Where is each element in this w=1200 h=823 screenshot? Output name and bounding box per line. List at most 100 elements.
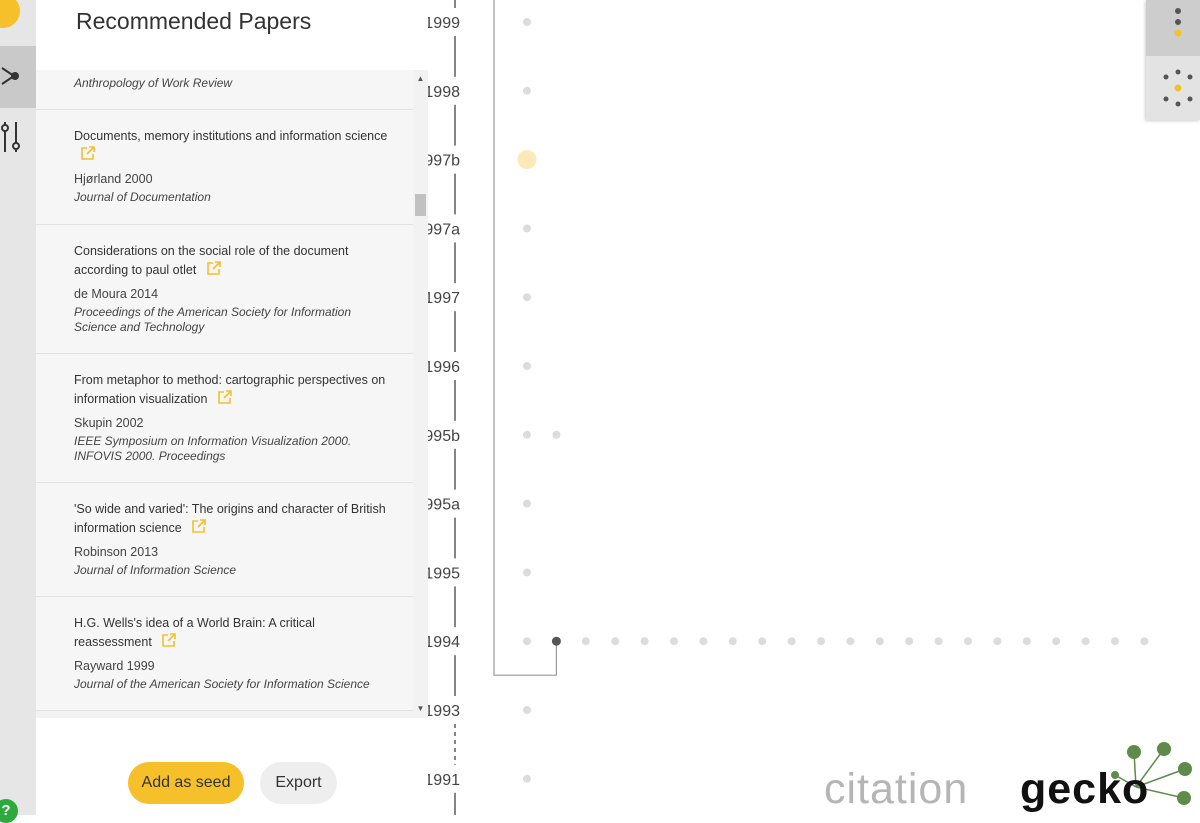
- paper-dot[interactable]: [523, 499, 531, 508]
- paper-dot[interactable]: [728, 637, 737, 646]
- paper-author: Robinson 2013: [74, 545, 159, 559]
- paper-journal: Anthropology of Work Review: [74, 76, 233, 90]
- paper-dot[interactable]: [905, 637, 914, 646]
- rail-seed-indicator[interactable]: [0, 0, 20, 28]
- paper-card[interactable]: From metaphor to method: cartographic pe…: [36, 354, 413, 483]
- paper-dot[interactable]: [523, 706, 531, 714]
- paper-dot[interactable]: [523, 362, 531, 370]
- paper-dot[interactable]: [1081, 637, 1090, 646]
- paper-dot[interactable]: [552, 430, 561, 439]
- scrollbar-thumb[interactable]: [415, 194, 426, 216]
- paper-author: Skupin 2002: [74, 416, 144, 430]
- paper-author: de Moura 2014: [74, 287, 159, 301]
- paper-dot[interactable]: [523, 774, 531, 783]
- paper-title: 'So wide and varied': The origins and ch…: [74, 501, 393, 539]
- paper-title: Documents, memory institutions and infor…: [74, 128, 393, 166]
- paper-card[interactable]: 'So wide and varied': The origins and ch…: [36, 483, 413, 597]
- year-label: 1997b: [428, 153, 460, 170]
- paper-journal: IEEE Symposium on Information Visualizat…: [74, 434, 352, 463]
- paper-dot[interactable]: [523, 86, 531, 95]
- paper-journal: Journal of the American Society for Info…: [74, 677, 370, 691]
- paper-dot[interactable]: [787, 637, 796, 646]
- paper-journal: Proceedings of the American Society for …: [74, 305, 352, 334]
- paper-card[interactable]: Documents, memory institutions and infor…: [36, 110, 413, 225]
- paper-author: Hjørland 2000: [74, 172, 153, 186]
- paper-title-text: Documents, memory institutions and infor…: [74, 129, 388, 143]
- recommended-papers-panel: Recommended Papers Anthropology of Work …: [36, 0, 428, 815]
- paper-title-text: H.G. Wells's idea of a World Brain: A cr…: [74, 616, 315, 649]
- paper-dot[interactable]: [875, 637, 884, 646]
- network-view-icon: [1163, 69, 1193, 107]
- external-link-icon[interactable]: [80, 145, 96, 166]
- year-label: 1999: [428, 15, 460, 32]
- paper-dot[interactable]: [817, 637, 825, 646]
- paper-dot[interactable]: [670, 637, 678, 646]
- paper-title-text: 'So wide and varied': The origins and ch…: [74, 502, 386, 535]
- paper-journal: Journal of Documentation: [74, 190, 211, 204]
- external-link-icon[interactable]: [206, 260, 222, 281]
- network-icon: [1, 67, 19, 85]
- paper-dot[interactable]: [611, 637, 620, 646]
- paper-title: From metaphor to method: cartographic pe…: [74, 372, 393, 410]
- list-view-button[interactable]: [1146, 0, 1200, 56]
- panel-title: Recommended Papers: [76, 8, 312, 34]
- year-label: 1994: [428, 634, 460, 651]
- paper-journal: Journal of Information Science: [74, 563, 237, 577]
- scrollbar[interactable]: ▲ ▼: [413, 70, 428, 718]
- paper-author: Rayward 1999: [74, 659, 155, 673]
- year-label: 1997: [428, 290, 460, 307]
- highlighted-paper-dot[interactable]: [517, 150, 537, 170]
- list-view-icon: [1174, 8, 1182, 37]
- paper-card[interactable]: Considerations on the social role of the…: [36, 225, 413, 354]
- network-view-button[interactable]: [1146, 56, 1200, 120]
- year-label: 1997a: [428, 221, 460, 238]
- brand-word-citation: citation: [824, 765, 969, 813]
- sliders-icon[interactable]: [0, 118, 36, 158]
- year-label: 1995: [428, 565, 460, 582]
- paper-dot[interactable]: [523, 430, 531, 439]
- paper-dot[interactable]: [523, 293, 531, 302]
- paper-card[interactable]: Anthropology of Work Review: [36, 70, 413, 110]
- paper-dot[interactable]: [523, 568, 531, 577]
- brand-logo: citation gecko: [820, 735, 1200, 815]
- paper-title: Considerations on the social role of the…: [74, 243, 393, 281]
- year-label: 1995a: [428, 497, 460, 514]
- add-as-seed-button[interactable]: Add as seed: [128, 762, 244, 804]
- paper-list[interactable]: Anthropology of Work Review Documents, m…: [36, 70, 428, 718]
- year-label: 1991: [428, 772, 460, 789]
- paper-dot[interactable]: [581, 637, 590, 646]
- paper-dot[interactable]: [1111, 637, 1119, 646]
- left-rail: ?: [0, 0, 36, 823]
- help-icon[interactable]: ?: [0, 799, 18, 823]
- paper-dot[interactable]: [1140, 637, 1149, 646]
- paper-dot[interactable]: [523, 637, 531, 646]
- paper-dot[interactable]: [934, 637, 943, 646]
- paper-title: H.G. Wells's idea of a World Brain: A cr…: [74, 615, 393, 653]
- paper-dot[interactable]: [846, 637, 855, 646]
- external-link-icon[interactable]: [217, 389, 233, 410]
- view-controls: [1146, 0, 1200, 120]
- paper-card[interactable]: H.G. Wells's idea of a World Brain: A cr…: [36, 597, 413, 711]
- scroll-up-arrow-icon[interactable]: ▲: [413, 72, 428, 86]
- year-label: 1995b: [428, 428, 460, 445]
- year-label: 1996: [428, 359, 460, 376]
- brand-word-gecko: gecko: [1020, 765, 1150, 813]
- paper-dot[interactable]: [523, 18, 531, 26]
- year-label: 1998: [428, 84, 460, 101]
- paper-dot[interactable]: [964, 637, 972, 646]
- paper-dot[interactable]: [523, 224, 531, 233]
- external-link-icon[interactable]: [161, 632, 177, 653]
- export-button[interactable]: Export: [260, 762, 337, 804]
- scroll-down-arrow-icon[interactable]: ▼: [413, 702, 428, 716]
- paper-dot[interactable]: [758, 637, 767, 646]
- paper-dot[interactable]: [1052, 637, 1061, 646]
- paper-dot[interactable]: [640, 637, 649, 646]
- paper-dot[interactable]: [1022, 637, 1031, 646]
- timeline-graph[interactable]: 1999 1998 1997b 1997a 1997 1996 1995b 1995a 1995…: [428, 0, 1200, 815]
- year-label: 1993: [428, 703, 460, 720]
- external-link-icon[interactable]: [191, 518, 207, 539]
- rail-network-item[interactable]: [0, 46, 36, 108]
- selected-paper-dot[interactable]: [551, 636, 561, 646]
- paper-dot[interactable]: [993, 637, 1002, 646]
- paper-dot[interactable]: [699, 637, 708, 646]
